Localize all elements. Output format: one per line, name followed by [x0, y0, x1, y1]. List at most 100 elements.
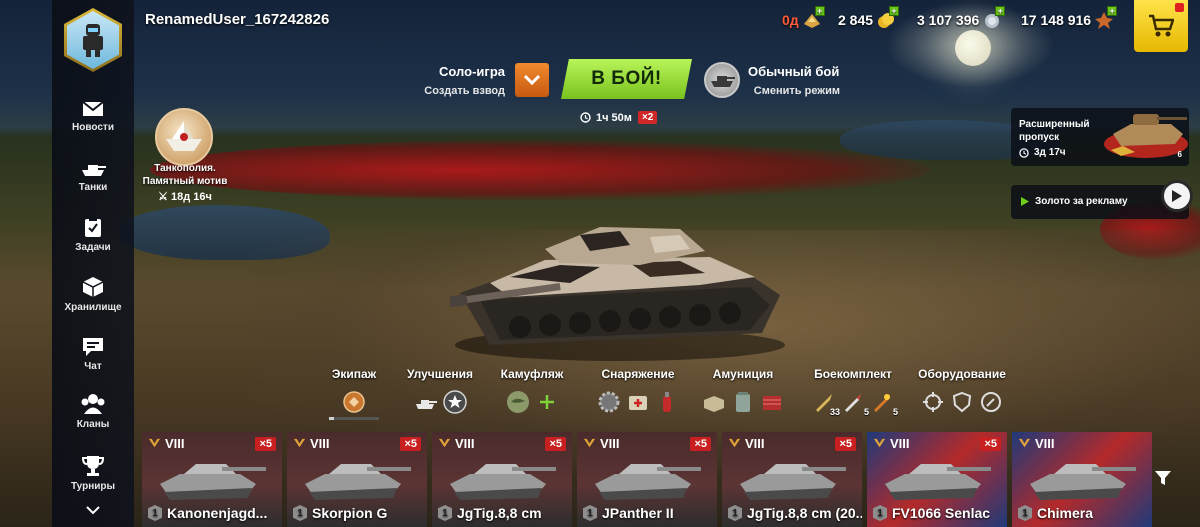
- nav-item-tournaments[interactable]: Турниры: [52, 455, 134, 492]
- add-premium-icon[interactable]: +: [814, 6, 825, 16]
- tank-class-badge: 1: [728, 505, 742, 521]
- trophy-icon: [82, 456, 104, 476]
- nav-label: Новости: [72, 122, 114, 133]
- first-aid-kit-icon: [629, 396, 647, 410]
- box-icon: [82, 277, 104, 297]
- nav-item-storage[interactable]: Хранилище: [52, 276, 134, 313]
- tank-thumbnail: [1030, 464, 1136, 500]
- battle-mode-panel[interactable]: Обычный бой Сменить режим: [748, 64, 858, 97]
- ap-shell-icon: 33: [812, 390, 840, 417]
- tank-card[interactable]: VIII ×5 1 JgTig.8,8 cm (20...: [722, 432, 862, 527]
- equipment-label: Оборудование: [918, 367, 1006, 381]
- add-gold-icon[interactable]: +: [889, 6, 900, 16]
- nav-item-tanks[interactable]: Танки: [52, 160, 134, 193]
- play-small-icon: [1021, 197, 1029, 206]
- credits-counter[interactable]: 3 107 396 +: [917, 6, 1006, 30]
- filter-icon: [1155, 471, 1171, 485]
- tank-name: Skorpion G: [312, 505, 388, 521]
- camouflage-slot[interactable]: Камуфляж: [496, 367, 568, 414]
- nav-label: Задачи: [75, 242, 111, 253]
- upgrades-slot[interactable]: Улучшения: [400, 367, 480, 414]
- tank-class-badge: 1: [873, 505, 887, 521]
- create-platoon-label[interactable]: Создать взвод: [405, 85, 505, 97]
- add-credits-icon[interactable]: +: [995, 6, 1006, 16]
- optics-icon: [923, 392, 943, 412]
- tank-name: FV1066 Senlac: [892, 505, 991, 521]
- event-title[interactable]: Танкополия. Памятный мотив: [135, 162, 235, 188]
- equipment-slot[interactable]: Оборудование: [912, 367, 1012, 414]
- watch-ad-button[interactable]: [1161, 180, 1193, 212]
- event-title-line: Танкополия.: [154, 163, 216, 174]
- upgrade-star-icon: [442, 390, 467, 414]
- poppy-field: [150, 140, 930, 200]
- filter-button[interactable]: [1150, 465, 1176, 491]
- tank-card[interactable]: VIII ×5 1 FV1066 Senlac: [867, 432, 1007, 527]
- tank-card[interactable]: VIII ×5 1 JgTig.8,8 cm: [432, 432, 572, 527]
- side-navigation: Новости Танки Задачи Хранилище Чат Кланы: [52, 0, 134, 527]
- tank-thumbnail: [595, 464, 701, 500]
- battle-pass-level: 6: [1177, 150, 1182, 159]
- change-mode-label[interactable]: Сменить режим: [748, 85, 840, 97]
- tank-card[interactable]: VIII 1 Chimera: [1012, 432, 1152, 527]
- nav-item-tasks[interactable]: Задачи: [52, 216, 134, 253]
- tank-name-row: 1 FV1066 Senlac: [873, 505, 990, 521]
- tank-name: JgTig.8,8 cm: [457, 505, 542, 521]
- tank-name-row: 1 JgTig.8,8 cm: [438, 505, 542, 521]
- gold-for-ads-panel[interactable]: Золото за рекламу: [1011, 180, 1193, 219]
- swords-icon: ⚔: [158, 191, 168, 203]
- premium-days-icon: +: [802, 6, 825, 30]
- paper-boat-icon: [166, 121, 202, 151]
- nav-expand-button[interactable]: [52, 506, 134, 519]
- battle-mode-icon[interactable]: [704, 62, 740, 98]
- shell-count: 5: [863, 407, 869, 417]
- tank-name: Kanonenjagd...: [167, 505, 268, 521]
- event-emblem[interactable]: [155, 108, 213, 166]
- camouflage-icon: [506, 391, 529, 413]
- crew-slot[interactable]: Экипаж: [322, 367, 386, 420]
- platoon-panel[interactable]: Соло-игра Создать взвод: [405, 64, 505, 97]
- add-free-xp-icon[interactable]: +: [1107, 6, 1118, 16]
- tank-model[interactable]: [450, 205, 790, 365]
- battle-mode-label: Обычный бой: [748, 64, 840, 79]
- platoon-dropdown-button[interactable]: [515, 63, 549, 97]
- he-shell-icon: 5: [870, 390, 898, 417]
- clipboard-icon: [85, 217, 101, 237]
- add-camouflage-icon[interactable]: [535, 390, 559, 414]
- shopping-cart-icon: [1149, 14, 1174, 37]
- tank-name-row: 1 Chimera: [1018, 505, 1093, 521]
- chevron-down-icon: [524, 74, 540, 86]
- nav-item-chat[interactable]: Чат: [52, 337, 134, 372]
- tank-card[interactable]: VIII ×5 1 Skorpion G: [287, 432, 427, 527]
- player-username[interactable]: RenamedUser_167242826: [145, 11, 329, 28]
- gold-counter[interactable]: 2 845 +: [838, 6, 900, 30]
- avatar-figure-icon: [83, 24, 103, 57]
- battle-pass-panel[interactable]: Расширенный пропуск 3д 17ч 6: [1011, 108, 1189, 166]
- ammunition-slot[interactable]: Боекомплект 33 5 5: [808, 367, 898, 417]
- free-xp-icon: +: [1094, 6, 1118, 30]
- shop-button[interactable]: [1134, 0, 1188, 52]
- battle-pass-title: Расширенный пропуск: [1019, 118, 1109, 144]
- engine-icon: [981, 392, 1001, 412]
- tank-thumbnail: [740, 464, 846, 500]
- tank-icon: [82, 165, 106, 176]
- nav-item-news[interactable]: Новости: [52, 100, 134, 133]
- nav-label: Танки: [78, 182, 108, 193]
- apcr-shell-icon: 5: [841, 390, 869, 417]
- provisions-slot[interactable]: Амуниция: [700, 367, 786, 414]
- premium-counter[interactable]: 0д +: [782, 6, 825, 30]
- battle-button[interactable]: В БОЙ!: [561, 59, 692, 99]
- fuel-can-icon: [736, 392, 750, 412]
- consumables-slot[interactable]: Снаряжение: [590, 367, 686, 414]
- free-xp-counter[interactable]: 17 148 916 +: [1021, 6, 1118, 30]
- tank-card[interactable]: VIII ×5 1 JPanther II: [577, 432, 717, 527]
- battle-pass-timer: 3д 17ч: [1019, 147, 1066, 158]
- tank-name: JgTig.8,8 cm (20...: [747, 505, 862, 521]
- nav-item-clans[interactable]: Кланы: [52, 393, 134, 430]
- tank-card[interactable]: VIII ×5 1 Kanonenjagd...: [142, 432, 282, 527]
- tank-class-badge: 1: [438, 505, 452, 521]
- player-avatar[interactable]: [64, 8, 122, 72]
- gold-icon: +: [876, 6, 900, 30]
- battle-pass-title-line: Расширенный: [1019, 119, 1090, 130]
- crew-skill-icon: [343, 391, 365, 413]
- tank-name-row: 1 Skorpion G: [293, 505, 387, 521]
